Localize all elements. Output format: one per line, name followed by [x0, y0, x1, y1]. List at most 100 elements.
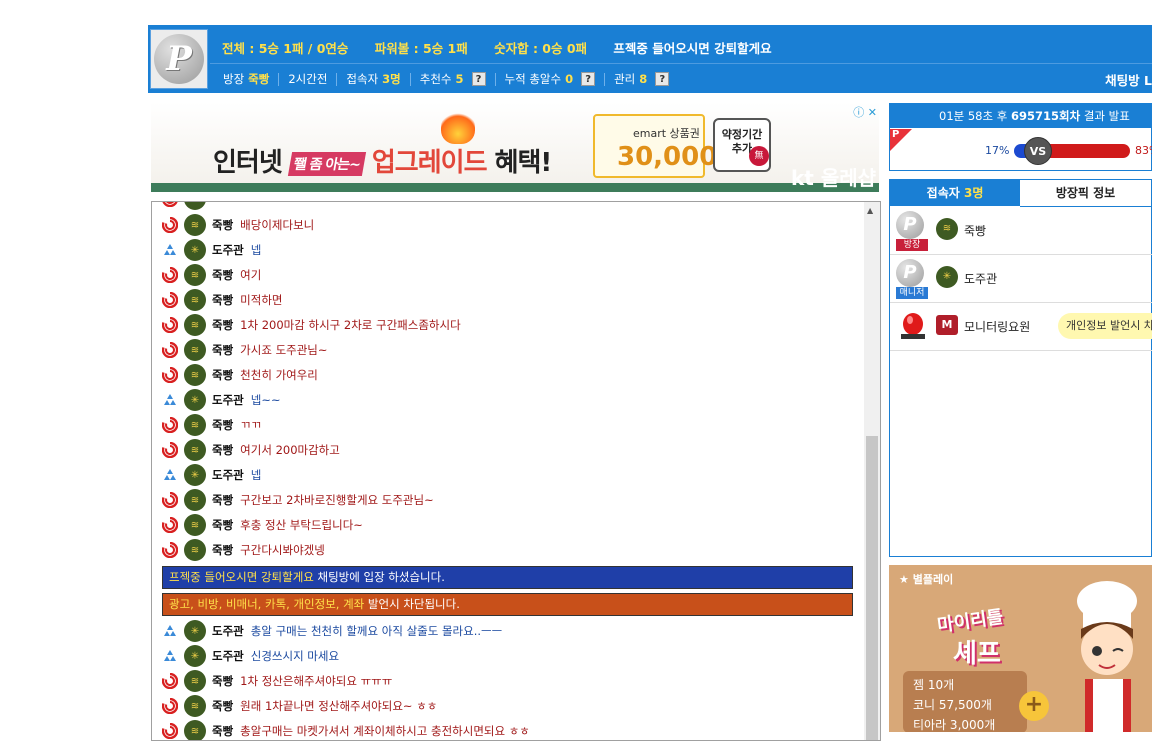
chat-nick[interactable]: 죽빵	[212, 673, 233, 689]
red-swirl-icon	[162, 723, 178, 739]
chat-nick[interactable]: 도주관	[212, 242, 244, 258]
chat-nick[interactable]: 죽빵	[212, 217, 233, 233]
red-swirl-icon	[162, 217, 178, 233]
chat-message: ≋ 죽빵 구간보고 2차바로진행할게요 도주관님~	[162, 489, 434, 511]
chat-nick[interactable]: 죽빵	[212, 442, 233, 458]
chat-text: 후충 정산 부탁드립니다~	[240, 518, 363, 532]
chat-text: 미적하면	[240, 293, 283, 307]
scroll-up-icon[interactable]: ▲	[867, 206, 873, 215]
room-notice: 프젝중 들어오시면 강퇴할게요	[613, 41, 772, 56]
user-avatar: P	[896, 259, 926, 289]
room-stats: 전체 : 5승 1패 / 0연승 파워볼 : 5승 1패 숫자합 : 0승 0패…	[222, 38, 794, 57]
chat-nick[interactable]: 죽빵	[212, 723, 233, 739]
chat-log[interactable]: ≋≋죽빵배당이제다보니✳도주관넵≋죽빵여기≋죽빵미적하면≋죽빵1차 200마감 …	[151, 201, 881, 741]
rank-icon: ≋	[184, 289, 206, 311]
chat-nick[interactable]: 도주관	[212, 392, 244, 408]
users-tabs: 접속자 3명 방장픽 정보	[890, 180, 1151, 207]
chat-nick[interactable]: 죽빵	[212, 267, 233, 283]
chat-message: ≋ 죽빵 후충 정산 부탁드립니다~	[162, 514, 363, 536]
chat-nick[interactable]: 도주관	[212, 648, 244, 664]
right-percent: 83%	[1135, 144, 1152, 157]
chat-message: ✳ 도주관 총알 구매는 천천히 할께요 아직 살줄도 몰라요..ㅡㅡ	[162, 620, 502, 642]
user-name: 도주관	[964, 272, 998, 286]
manage-count: 관리 8?	[614, 71, 670, 87]
role-badge: 방장	[896, 239, 928, 251]
system-warning-message: 광고, 비방, 비매너, 카톡, 개인정보, 계좌 발언시 차단됩니다.	[162, 593, 853, 616]
rank-icon: ≋	[184, 202, 206, 210]
ad-headline: 인터넷 쫼 좀 아는~ 업그레이드 혜택!	[213, 148, 552, 178]
ad-brand: ★ 별플레이	[899, 573, 954, 586]
rank-icon: ≋	[184, 264, 206, 286]
rank-icon: ✳	[936, 266, 958, 288]
chat-message: ≋ 죽빵 1차 정산은해주셔야되요 ㅠㅠㅠ	[162, 670, 392, 692]
rank-icon: ≋	[184, 314, 206, 336]
chat-nick[interactable]: 죽빵	[212, 342, 233, 358]
user-row[interactable]: P 매니저 ✳ 도주관	[890, 254, 1152, 303]
separator	[409, 72, 411, 86]
scroll-thumb[interactable]	[866, 436, 878, 740]
tab-host-pick[interactable]: 방장픽 정보	[1020, 180, 1151, 207]
bet-help-button[interactable]: ?	[581, 72, 596, 86]
chat-message: ≋ 죽빵 배당이제다보니	[162, 214, 314, 236]
room-info-bar: 방장 죽빵 2시간전 접속자 3명 추천수 5? 누적 총알수 0? 관리 8?	[223, 71, 670, 87]
red-swirl-icon	[162, 517, 178, 533]
user-avatar: P	[896, 211, 926, 241]
chat-nick[interactable]: 죽빵	[212, 417, 233, 433]
chat-message: ≋ 죽빵 천천히 가여우리	[162, 364, 318, 386]
blue-recycle-icon	[164, 625, 176, 636]
chat-text: 원래 1차끝나면 정산해주셔야되요~ ㅎㅎ	[240, 699, 438, 713]
chat-message: ≋ 죽빵 1차 200마감 하시구 2차로 구간패스좀하시다	[162, 314, 461, 336]
right-bar	[1050, 144, 1130, 158]
user-row[interactable]: M 모니터링요원 개인정보 발언시 차	[890, 302, 1152, 351]
blue-recycle-icon	[164, 650, 176, 661]
banner-ad[interactable]: 인터넷 쫼 좀 아는~ 업그레이드 혜택! emart 상품권 30,000 약…	[151, 102, 879, 192]
manage-help-button[interactable]: ?	[655, 72, 670, 86]
room-title: 채팅방 L	[1105, 73, 1152, 88]
chat-message: ✳ 도주관 넵~~	[162, 389, 281, 411]
rank-icon: ✳	[184, 389, 206, 411]
red-swirl-icon	[162, 292, 178, 308]
result-panel: 01분 58초 후 695715회차 결과 발표 P 17% VS 83%	[889, 103, 1152, 171]
chat-nick[interactable]: 죽빵	[212, 492, 233, 508]
red-swirl-icon	[162, 202, 178, 207]
chat-nick[interactable]: 죽빵	[212, 698, 233, 714]
chat-nick[interactable]: 도주관	[212, 623, 244, 639]
separator	[278, 72, 280, 86]
p-tag: P	[890, 129, 912, 151]
rank-icon: ≋	[184, 364, 206, 386]
ad-coupon: emart 상품권 30,000	[593, 114, 717, 178]
game-ad[interactable]: ★ 별플레이 마이리틀 셰프 젬 10개 코니 57,500개 티아라 3,00…	[889, 565, 1152, 732]
chat-scrollbar[interactable]: ▲	[864, 202, 880, 740]
ad-footer-strip	[151, 183, 879, 192]
bet-count: 누적 총알수 0?	[505, 71, 596, 87]
user-row[interactable]: P 방장 ≋ 죽빵	[890, 206, 1152, 255]
chat-text: 넵	[250, 243, 262, 257]
chat-text: 구간다시봐야겠넹	[240, 543, 325, 557]
chat-nick[interactable]: 도주관	[212, 467, 244, 483]
chat-nick[interactable]: 죽빵	[212, 292, 233, 308]
rank-icon: ✳	[184, 645, 206, 667]
notice-bubble: 개인정보 발언시 차	[1058, 313, 1152, 339]
adchoices-icon[interactable]: ⓘ ✕	[853, 104, 877, 120]
red-swirl-icon	[162, 267, 178, 283]
chat-nick[interactable]: 죽빵	[212, 517, 233, 533]
chat-message: ✳ 도주관 넵	[162, 239, 261, 261]
chat-nick[interactable]: 죽빵	[212, 317, 233, 333]
recommend-help-button[interactable]: ?	[471, 72, 486, 86]
chat-nick[interactable]: 죽빵	[212, 542, 233, 558]
chat-text: 여기서 200마감하고	[240, 443, 340, 457]
host-info: 방장 죽빵	[223, 72, 270, 86]
red-swirl-icon	[162, 492, 178, 508]
kt-logo: kt 올레샵	[791, 166, 877, 190]
visitor-count: 접속자 3명	[346, 72, 401, 86]
rank-icon: ✳	[184, 239, 206, 261]
chef-character-icon	[1077, 581, 1137, 732]
ad-rewards: 젬 10개 코니 57,500개 티아라 3,000개	[903, 671, 1027, 732]
header-divider	[210, 63, 1152, 64]
room-avatar: P	[150, 29, 208, 89]
chat-nick[interactable]: 죽빵	[212, 367, 233, 383]
rank-icon: ≋	[184, 695, 206, 717]
tab-visitors[interactable]: 접속자 3명	[890, 180, 1021, 206]
chat-text: 넵~~	[250, 393, 281, 407]
rank-icon: ≋	[184, 214, 206, 236]
